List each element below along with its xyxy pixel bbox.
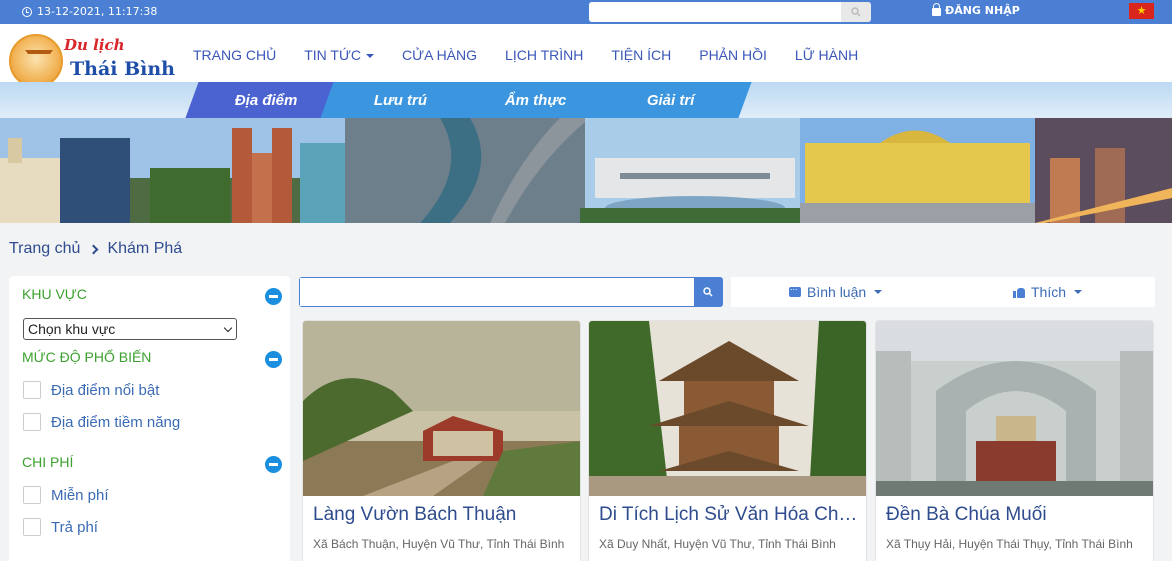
thumbs-up-icon: [1013, 286, 1025, 298]
nav-item-home[interactable]: TRANG CHỦ: [193, 47, 276, 63]
checkbox-paid[interactable]: Trả phí: [23, 518, 98, 536]
caret-down-icon: [874, 290, 883, 294]
checkbox-free[interactable]: Miễn phí: [23, 486, 109, 504]
sort-comments-label: Bình luận: [807, 284, 867, 300]
checkbox-box[interactable]: [23, 486, 41, 504]
nav-item-news[interactable]: TIN TỨC: [304, 47, 375, 63]
place-card-image: [589, 321, 866, 496]
top-search-button[interactable]: [841, 2, 871, 22]
sort-comments-dropdown[interactable]: Bình luận: [789, 282, 883, 300]
collapse-minus-icon[interactable]: [265, 456, 282, 473]
caret-down-icon: [366, 54, 375, 59]
nav-item-store[interactable]: CỬA HÀNG: [402, 47, 477, 63]
checkbox-potential-label: Địa điểm tiềm năng: [51, 413, 181, 431]
chevron-right-icon: [89, 244, 99, 254]
place-card-title[interactable]: Di Tích Lịch Sử Văn Hóa Chùa Keo: [599, 504, 861, 526]
flag-star: ★: [1136, 4, 1147, 17]
top-bar: 13-12-2021, 11:17:38 ĐĂNG NHẬP ★: [0, 0, 1172, 24]
place-search-button[interactable]: [694, 278, 722, 306]
checkbox-paid-label: Trả phí: [51, 518, 98, 536]
logo-emblem-icon: [9, 34, 63, 88]
tab-cuisine-label: Ẩm thực: [505, 91, 567, 109]
place-card-address: Xã Duy Nhất, Huyện Vũ Thư, Tỉnh Thái Bìn…: [599, 537, 836, 551]
place-card[interactable]: Di Tích Lịch Sử Văn Hóa Chùa Keo Xã Duy …: [588, 320, 867, 561]
place-card-address: Xã Thụy Hải, Huyện Thái Thụy, Tỉnh Thái …: [886, 537, 1133, 551]
search-icon: [851, 7, 861, 17]
tab-entertainment[interactable]: Giải trí: [590, 82, 752, 118]
datetime-text: 13-12-2021, 11:17:38: [37, 5, 158, 18]
search-icon: [703, 287, 713, 297]
region-select[interactable]: Chọn khu vực: [23, 318, 237, 340]
filter-sidebar: KHU VỰC Chọn khu vực MỨC ĐỘ PHỔ BIẾN Địa…: [9, 276, 290, 561]
logo-line2: Thái Bình: [70, 58, 176, 80]
place-card[interactable]: Đền Bà Chúa Muối Xã Thụy Hải, Huyện Thái…: [875, 320, 1154, 561]
place-card-title[interactable]: Đền Bà Chúa Muối: [886, 504, 1148, 526]
clock-icon: [22, 6, 32, 17]
place-card[interactable]: Làng Vườn Bách Thuận Xã Bách Thuận, Huyệ…: [302, 320, 581, 561]
banner-cityscape-image: [0, 118, 1172, 223]
region-select-value: Chọn khu vực: [28, 321, 116, 337]
collapse-minus-icon[interactable]: [265, 351, 282, 368]
main-nav: TRANG CHỦ TIN TỨC CỬA HÀNG LỊCH TRÌNH TI…: [193, 47, 858, 63]
breadcrumb-home[interactable]: Trang chủ: [9, 240, 80, 258]
login-label: ĐĂNG NHẬP: [945, 4, 1020, 17]
place-card-title[interactable]: Làng Vườn Bách Thuận: [313, 504, 575, 526]
sort-likes-dropdown[interactable]: Thích: [1013, 284, 1083, 300]
place-card-image: [303, 321, 580, 496]
tab-places-label: Địa điểm: [234, 91, 298, 109]
cost-title: CHI PHÍ: [22, 454, 74, 470]
hero-banner: Địa điểm Lưu trú Ẩm thực Giải trí: [0, 82, 1172, 223]
breadcrumb-current: Khám Phá: [107, 240, 183, 257]
comment-icon: [789, 282, 801, 297]
sort-filters: Bình luận Thích: [731, 277, 1155, 307]
chevron-down-icon: [223, 323, 233, 333]
datetime: 13-12-2021, 11:17:38: [22, 5, 157, 18]
nav-item-utilities[interactable]: TIỆN ÍCH: [611, 47, 671, 63]
popularity-title: MỨC ĐỘ PHỔ BIẾN: [22, 349, 152, 365]
place-card-image: [876, 321, 1153, 496]
nav-item-feedback[interactable]: PHẢN HỒI: [699, 47, 767, 63]
top-search-input[interactable]: [589, 2, 841, 22]
tab-accommodation-label: Lưu trú: [374, 91, 428, 109]
sort-likes-label: Thích: [1031, 284, 1067, 300]
checkbox-box[interactable]: [23, 381, 41, 399]
collapse-minus-icon[interactable]: [265, 288, 282, 305]
checkbox-box[interactable]: [23, 518, 41, 536]
checkbox-free-label: Miễn phí: [51, 486, 109, 504]
region-title: KHU VỰC: [22, 286, 87, 302]
checkbox-featured[interactable]: Địa điểm nổi bật: [23, 381, 159, 399]
place-card-address: Xã Bách Thuận, Huyện Vũ Thư, Tỉnh Thái B…: [313, 537, 565, 551]
place-search: [299, 277, 723, 307]
header: Du lịch Thái Bình TRANG CHỦ TIN TỨC CỬA …: [0, 24, 1172, 88]
checkbox-box[interactable]: [23, 413, 41, 431]
category-tabs: Địa điểm Lưu trú Ẩm thực Giải trí: [182, 82, 752, 118]
place-search-input[interactable]: [300, 278, 694, 306]
caret-down-icon: [1074, 290, 1083, 294]
lock-icon: [932, 3, 941, 16]
tab-entertainment-label: Giải trí: [647, 91, 695, 109]
nav-item-news-label: TIN TỨC: [304, 47, 362, 63]
breadcrumb: Trang chủ Khám Phá: [9, 240, 182, 258]
checkbox-potential[interactable]: Địa điểm tiềm năng: [23, 413, 180, 431]
nav-item-travel[interactable]: LỮ HÀNH: [795, 47, 858, 63]
top-search: [589, 2, 871, 22]
logo-line1: Du lịch: [64, 36, 125, 54]
nav-item-itinerary[interactable]: LỊCH TRÌNH: [505, 47, 583, 63]
vietnam-flag-icon[interactable]: ★: [1129, 3, 1154, 19]
login-link[interactable]: ĐĂNG NHẬP: [932, 3, 1020, 17]
checkbox-featured-label: Địa điểm nổi bật: [51, 381, 160, 399]
